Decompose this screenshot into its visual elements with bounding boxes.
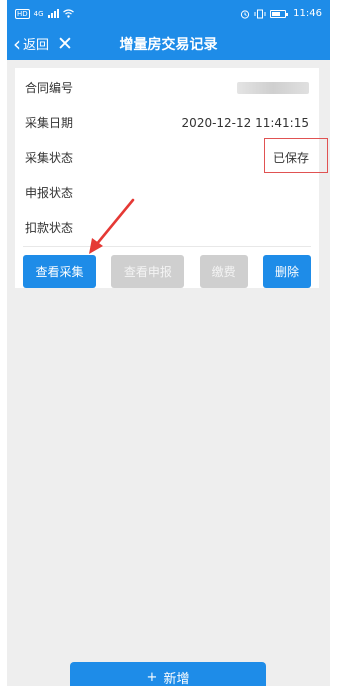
back-button[interactable]: ‹ 返回 xyxy=(13,31,50,56)
collect-date-value: 2020-12-12 11:41:15 xyxy=(181,115,309,130)
add-button[interactable]: + 新增 xyxy=(70,662,266,686)
back-label: 返回 xyxy=(23,38,50,53)
row-label: 合同编号 xyxy=(25,81,74,95)
row-declare-status: 申报状态 xyxy=(15,175,319,210)
pay-button[interactable]: 缴费 xyxy=(199,255,248,288)
signal-icon xyxy=(47,9,59,18)
delete-button[interactable]: 删除 xyxy=(262,255,311,288)
status-highlight-box xyxy=(264,138,328,173)
row-label: 采集日期 xyxy=(25,116,74,130)
contract-number-redacted xyxy=(237,81,309,94)
nav-bar: ‹ 返回 ✕ 增量房交易记录 xyxy=(7,27,330,60)
page-title: 增量房交易记录 xyxy=(119,36,218,53)
phone-screen: HD 4G 11:46 ‹ 返回 ✕ 增量房交易记录 合同编号 采集日期 202… xyxy=(7,0,330,686)
back-chevron-icon: ‹ xyxy=(13,31,21,56)
row-label: 申报状态 xyxy=(25,186,74,200)
view-declare-button[interactable]: 查看申报 xyxy=(111,255,185,288)
hd-icon: HD xyxy=(15,8,30,19)
wifi-icon xyxy=(62,9,74,18)
status-left: HD 4G xyxy=(15,8,74,19)
status-bar: HD 4G 11:46 xyxy=(7,0,330,27)
record-card: 合同编号 采集日期 2020-12-12 11:41:15 采集状态 已保存 申… xyxy=(15,68,328,288)
status-right: 11:46 xyxy=(240,8,322,19)
status-time: 11:46 xyxy=(293,8,322,19)
row-label: 采集状态 xyxy=(25,151,74,165)
row-deduct-status: 扣款状态 xyxy=(15,210,319,245)
battery-icon xyxy=(270,9,289,18)
network-label: 4G xyxy=(33,9,44,18)
action-buttons: 查看采集 查看申报 缴费 删除 xyxy=(15,247,319,288)
vibrate-icon xyxy=(254,9,266,18)
row-collect-date: 采集日期 2020-12-12 11:41:15 xyxy=(15,105,319,140)
plus-icon: + xyxy=(146,669,158,685)
alarm-icon xyxy=(241,9,250,19)
add-label: 新增 xyxy=(163,671,190,686)
row-label: 扣款状态 xyxy=(25,221,74,235)
view-collect-button[interactable]: 查看采集 xyxy=(23,255,96,288)
row-contract-number: 合同编号 xyxy=(15,70,319,105)
close-icon[interactable]: ✕ xyxy=(57,33,73,55)
